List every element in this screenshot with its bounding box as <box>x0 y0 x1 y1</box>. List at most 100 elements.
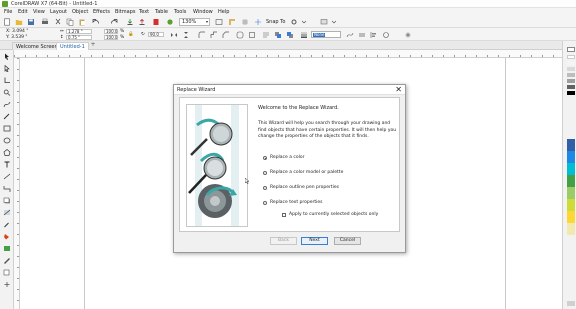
outline-width-dropdown[interactable]: None <box>311 31 341 38</box>
apply-to-selected-checkbox[interactable] <box>282 213 286 217</box>
color-eyedropper-tool-icon[interactable] <box>3 221 11 228</box>
menu-object[interactable]: Object <box>72 9 88 15</box>
convert-to-curves-icon[interactable] <box>346 31 354 39</box>
add-tool-icon[interactable] <box>3 281 11 288</box>
menu-table[interactable]: Table <box>155 9 168 15</box>
color-swatch-50-black[interactable] <box>567 79 575 83</box>
drop-shadow-tool-icon[interactable] <box>3 197 11 204</box>
add-preset-icon[interactable] <box>404 31 412 39</box>
zoom-level-dropdown[interactable]: 130% ▾ <box>179 18 210 26</box>
cancel-button[interactable]: Cancel <box>334 237 361 245</box>
arrange-icon[interactable] <box>358 31 366 39</box>
no-color-swatch[interactable] <box>567 47 575 52</box>
artistic-media-tool-icon[interactable] <box>3 113 11 120</box>
menu-tools[interactable]: Tools <box>174 9 186 15</box>
color-swatch-green[interactable] <box>567 175 575 187</box>
mirror-horizontal-icon[interactable] <box>170 31 178 39</box>
color-swatch-yellow[interactable] <box>567 211 575 223</box>
x-position-field[interactable]: X: 3.094 " <box>6 29 28 34</box>
outline-pen-tool-icon[interactable] <box>3 257 11 264</box>
radio-button[interactable] <box>263 156 267 160</box>
redo-icon[interactable] <box>110 18 118 26</box>
freehand-tool-icon[interactable] <box>3 101 11 108</box>
rectangle-tool-icon[interactable] <box>3 125 11 132</box>
radio-button[interactable] <box>263 201 267 205</box>
pick-tool-icon[interactable] <box>3 53 11 60</box>
shape-tool-icon[interactable] <box>3 64 11 73</box>
color-swatch-light-green[interactable] <box>567 187 575 199</box>
full-screen-preview-icon[interactable] <box>215 18 223 26</box>
save-icon[interactable] <box>27 18 35 26</box>
import-icon[interactable] <box>126 18 134 26</box>
object-width-field[interactable]: 1.278 " <box>66 29 92 34</box>
color-swatch-black[interactable] <box>567 91 575 95</box>
polygon-tool-icon[interactable] <box>3 149 11 156</box>
show-guidelines-icon[interactable] <box>254 18 262 26</box>
horizontal-ruler[interactable] <box>14 50 562 58</box>
rounded-corner-icon[interactable] <box>198 31 206 39</box>
transparency-tool-icon[interactable] <box>3 209 11 216</box>
lock-ratio-icon[interactable]: 🔒 <box>128 32 134 37</box>
menu-text[interactable]: Text <box>139 9 149 15</box>
cut-icon[interactable] <box>54 18 62 26</box>
color-swatch-white[interactable] <box>567 55 575 59</box>
scalloped-corner-icon[interactable] <box>210 31 218 39</box>
chamfered-corner-icon[interactable] <box>222 31 230 39</box>
scale-width-field[interactable]: 100.0 <box>104 29 118 34</box>
paste-icon[interactable] <box>78 18 86 26</box>
menu-effects[interactable]: Effects <box>93 9 110 15</box>
add-tab-icon[interactable]: + <box>90 42 96 49</box>
publish-pdf-icon[interactable] <box>152 18 160 26</box>
object-height-field[interactable]: 0.75 " <box>66 35 92 40</box>
open-folder-icon[interactable] <box>15 18 23 26</box>
text-tool-icon[interactable] <box>3 161 11 168</box>
show-rulers-icon[interactable] <box>228 18 236 26</box>
menu-bitmaps[interactable]: Bitmaps <box>115 9 136 15</box>
color-swatch-pale-yellow[interactable] <box>567 223 575 235</box>
next-button[interactable]: Next <box>301 237 328 245</box>
fill-color-icon[interactable] <box>3 269 11 276</box>
chevron-down-icon[interactable] <box>300 18 308 26</box>
relative-corner-scaling-icon[interactable] <box>248 31 256 39</box>
align-icon[interactable] <box>370 31 378 39</box>
corner-radius-icon[interactable] <box>236 31 244 39</box>
to-front-icon[interactable] <box>274 31 282 39</box>
close-icon[interactable]: ✕ <box>395 85 402 95</box>
color-swatch-blue[interactable] <box>567 139 575 151</box>
mirror-vertical-icon[interactable] <box>182 31 190 39</box>
export-icon[interactable] <box>138 18 146 26</box>
shape-icon[interactable] <box>382 31 390 39</box>
color-swatch-20-black[interactable] <box>567 67 575 71</box>
show-grid-icon[interactable] <box>241 18 249 26</box>
color-swatch-10-black[interactable] <box>567 61 575 65</box>
zoom-tool-icon[interactable] <box>3 89 11 96</box>
color-swatch-cyan[interactable] <box>567 163 575 175</box>
scale-height-field[interactable]: 100.0 <box>104 35 118 40</box>
crop-tool-icon[interactable] <box>3 77 11 84</box>
menu-file[interactable]: File <box>4 9 12 15</box>
to-back-icon[interactable] <box>286 31 294 39</box>
options-gear-icon[interactable] <box>290 18 298 26</box>
print-icon[interactable] <box>41 18 49 26</box>
menu-window[interactable]: Window <box>193 9 213 15</box>
rotation-angle-field[interactable]: 90.0 <box>148 32 164 37</box>
color-swatch-light-blue[interactable] <box>567 151 575 163</box>
undo-icon[interactable] <box>92 18 100 26</box>
tab-untitled-1[interactable]: Untitled-1 <box>56 42 89 50</box>
application-launcher-icon[interactable] <box>166 18 174 26</box>
chevron-down-icon[interactable] <box>330 18 338 26</box>
color-swatch-lime[interactable] <box>567 199 575 211</box>
ellipse-tool-icon[interactable] <box>3 137 11 144</box>
menu-view[interactable]: View <box>33 9 45 15</box>
y-position-field[interactable]: Y: 3.539 " <box>6 35 27 40</box>
menu-edit[interactable]: Edit <box>18 9 28 15</box>
wrap-text-icon[interactable] <box>262 31 270 39</box>
smart-fill-tool-icon[interactable] <box>3 245 11 252</box>
menu-layout[interactable]: Layout <box>50 9 67 15</box>
launch-icon[interactable] <box>320 18 328 26</box>
color-swatch-30-black[interactable] <box>567 73 575 77</box>
connector-tool-icon[interactable] <box>3 185 11 192</box>
menu-help[interactable]: Help <box>218 9 229 15</box>
parallel-dimension-tool-icon[interactable] <box>3 173 11 180</box>
tab-welcome-screen[interactable]: Welcome Screen <box>12 42 62 50</box>
